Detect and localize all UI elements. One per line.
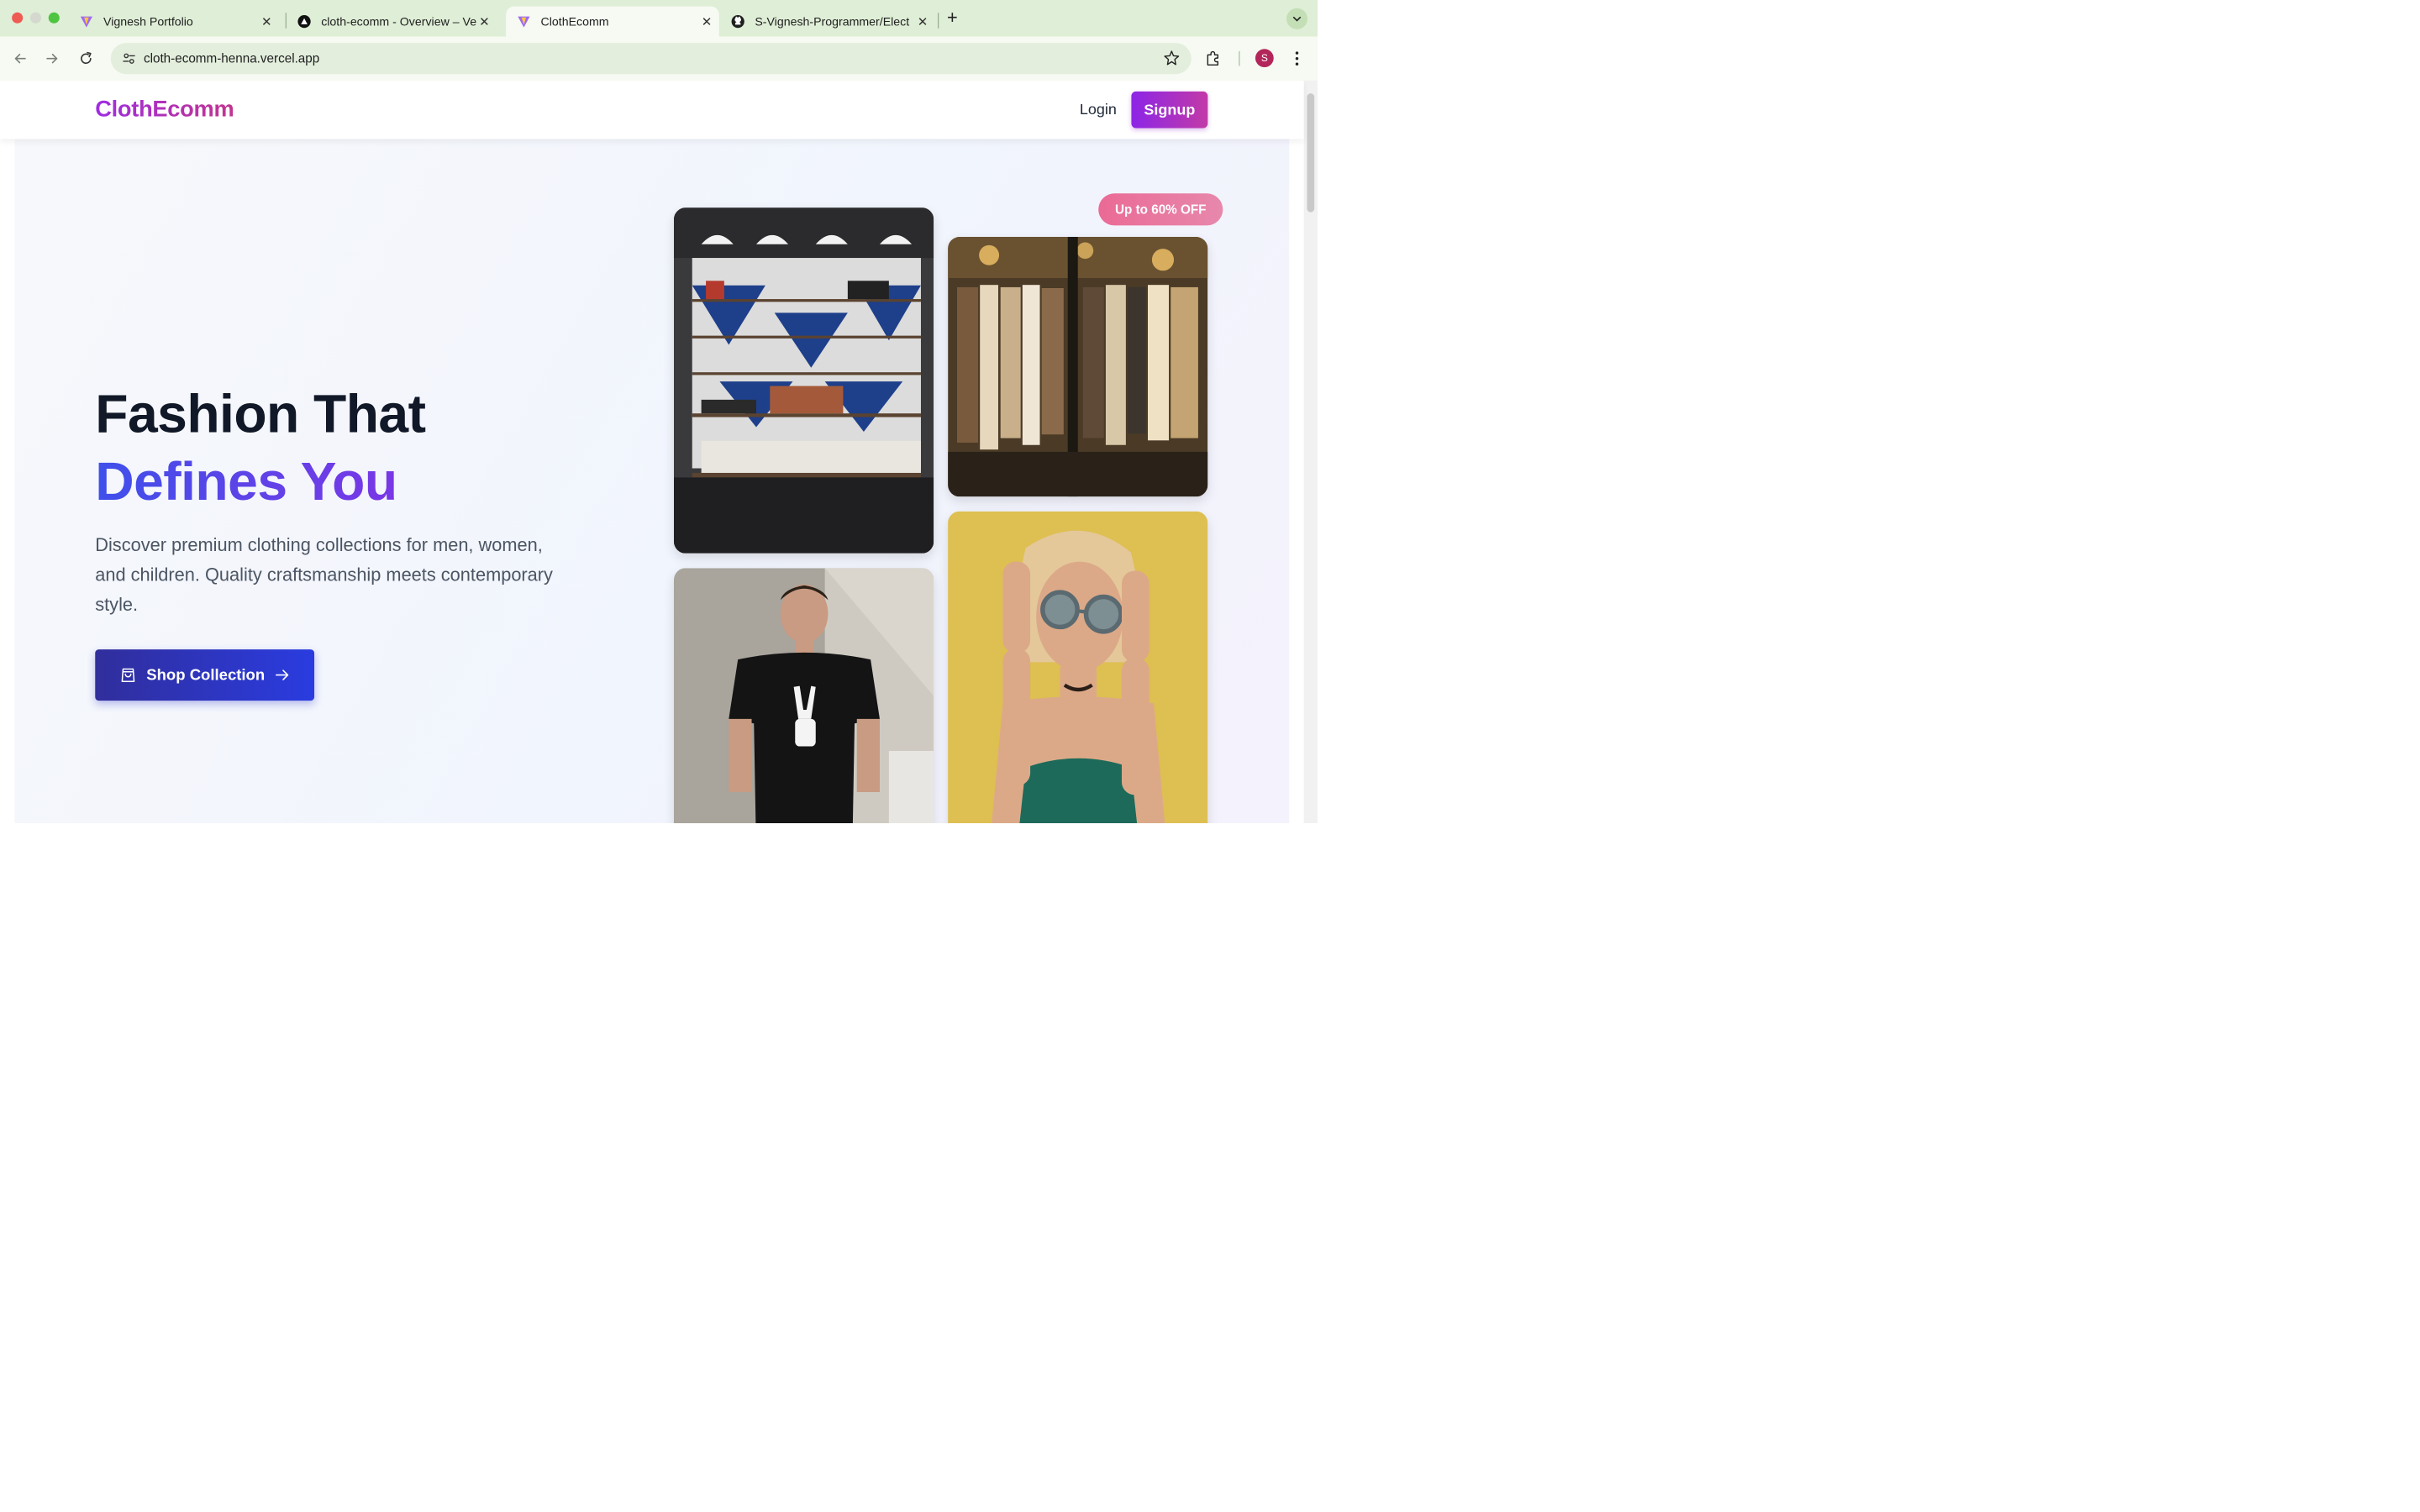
close-window-icon[interactable]: [12, 12, 24, 24]
more-menu-icon[interactable]: [1290, 50, 1303, 68]
site-info-button[interactable]: [118, 48, 139, 70]
vite-logo-icon: [80, 16, 92, 28]
page-scrollbar[interactable]: [1303, 80, 1318, 823]
tab-cloth-ecomm-overview[interactable]: cloth-ecomm - Overview – Ve ✕: [287, 7, 497, 37]
tab-divider: [938, 13, 939, 29]
chevron-down-icon: [1292, 16, 1302, 22]
browser-tab-bar: Vignesh Portfolio ✕ cloth-ecomm - Overvi…: [0, 0, 1318, 37]
address-bar[interactable]: cloth-ecomm-henna.vercel.app: [110, 43, 1192, 75]
hero-title-line1: Fashion That: [95, 383, 426, 444]
login-link[interactable]: Login: [1080, 101, 1117, 118]
man-tshirt-image[interactable]: [673, 568, 934, 823]
hero-title-line2: Defines You: [95, 451, 397, 512]
tab-title: ClothEcomm: [540, 14, 609, 29]
browser-toolbar: cloth-ecomm-henna.vercel.app S: [0, 36, 1318, 81]
store-interior-image[interactable]: [673, 207, 934, 554]
github-logo-icon: [731, 14, 744, 29]
discount-badge: Up to 60% OFF: [1098, 193, 1223, 226]
tab-title: S-Vignesh-Programmer/Elect: [755, 14, 910, 29]
page-viewport: ClothEcomm Login Signup Fashion That Def…: [0, 80, 1318, 823]
tab-clothecomm[interactable]: ClothEcomm ✕: [506, 6, 719, 37]
forward-button[interactable]: [41, 48, 63, 70]
shop-collection-button[interactable]: Shop Collection: [95, 649, 315, 701]
tune-icon: [123, 53, 135, 64]
close-tab-icon[interactable]: ✕: [700, 14, 713, 29]
site-navbar: ClothEcomm Login Signup: [0, 80, 1304, 139]
tab-search-button[interactable]: [1286, 8, 1308, 29]
close-tab-icon[interactable]: ✕: [477, 14, 491, 29]
woman-sunglasses-image[interactable]: [948, 511, 1208, 823]
tab-title: Vignesh Portfolio: [103, 14, 193, 29]
site-logo[interactable]: ClothEcomm: [95, 95, 234, 122]
extensions-puzzle-icon[interactable]: [1204, 50, 1223, 68]
back-button[interactable]: [9, 48, 31, 70]
man-tshirt-photo: [673, 568, 934, 823]
arrow-left-icon: [14, 53, 26, 64]
url-text[interactable]: cloth-ecomm-henna.vercel.app: [144, 51, 319, 66]
clothing-rack-image[interactable]: [948, 237, 1208, 497]
woman-sunglasses-photo: [948, 511, 1208, 823]
bookmark-star-icon[interactable]: [1162, 49, 1181, 68]
reload-icon: [81, 51, 92, 64]
close-tab-icon[interactable]: ✕: [916, 14, 929, 29]
tab-title: cloth-ecomm - Overview – Ve: [321, 14, 477, 29]
reload-button[interactable]: [75, 48, 97, 70]
minimize-window-icon[interactable]: [29, 12, 41, 24]
arrow-right-icon: [46, 53, 58, 64]
scrollbar-thumb[interactable]: [1307, 93, 1315, 213]
new-tab-icon[interactable]: +: [947, 8, 958, 29]
vite-logo-icon: [518, 16, 530, 28]
hero-section: Fashion That Defines You Discover premiu…: [14, 139, 1290, 823]
maximize-window-icon[interactable]: [48, 12, 60, 24]
profile-avatar[interactable]: S: [1255, 49, 1274, 68]
close-tab-icon[interactable]: ✕: [260, 14, 273, 29]
store-interior-photo: [673, 207, 934, 554]
arrow-right-icon: [275, 669, 289, 680]
shop-collection-label: Shop Collection: [146, 665, 266, 684]
tab-github-repo[interactable]: S-Vignesh-Programmer/Elect ✕: [720, 7, 935, 37]
clothing-rack-photo: [948, 237, 1208, 497]
signup-button[interactable]: Signup: [1131, 91, 1208, 129]
tab-vignesh-portfolio[interactable]: Vignesh Portfolio ✕: [69, 7, 279, 37]
hero-description: Discover premium clothing collections fo…: [95, 534, 553, 615]
shopping-bag-icon: [121, 668, 135, 682]
vercel-logo-icon: [297, 14, 311, 29]
screen: Vignesh Portfolio ✕ cloth-ecomm - Overvi…: [0, 0, 1318, 823]
